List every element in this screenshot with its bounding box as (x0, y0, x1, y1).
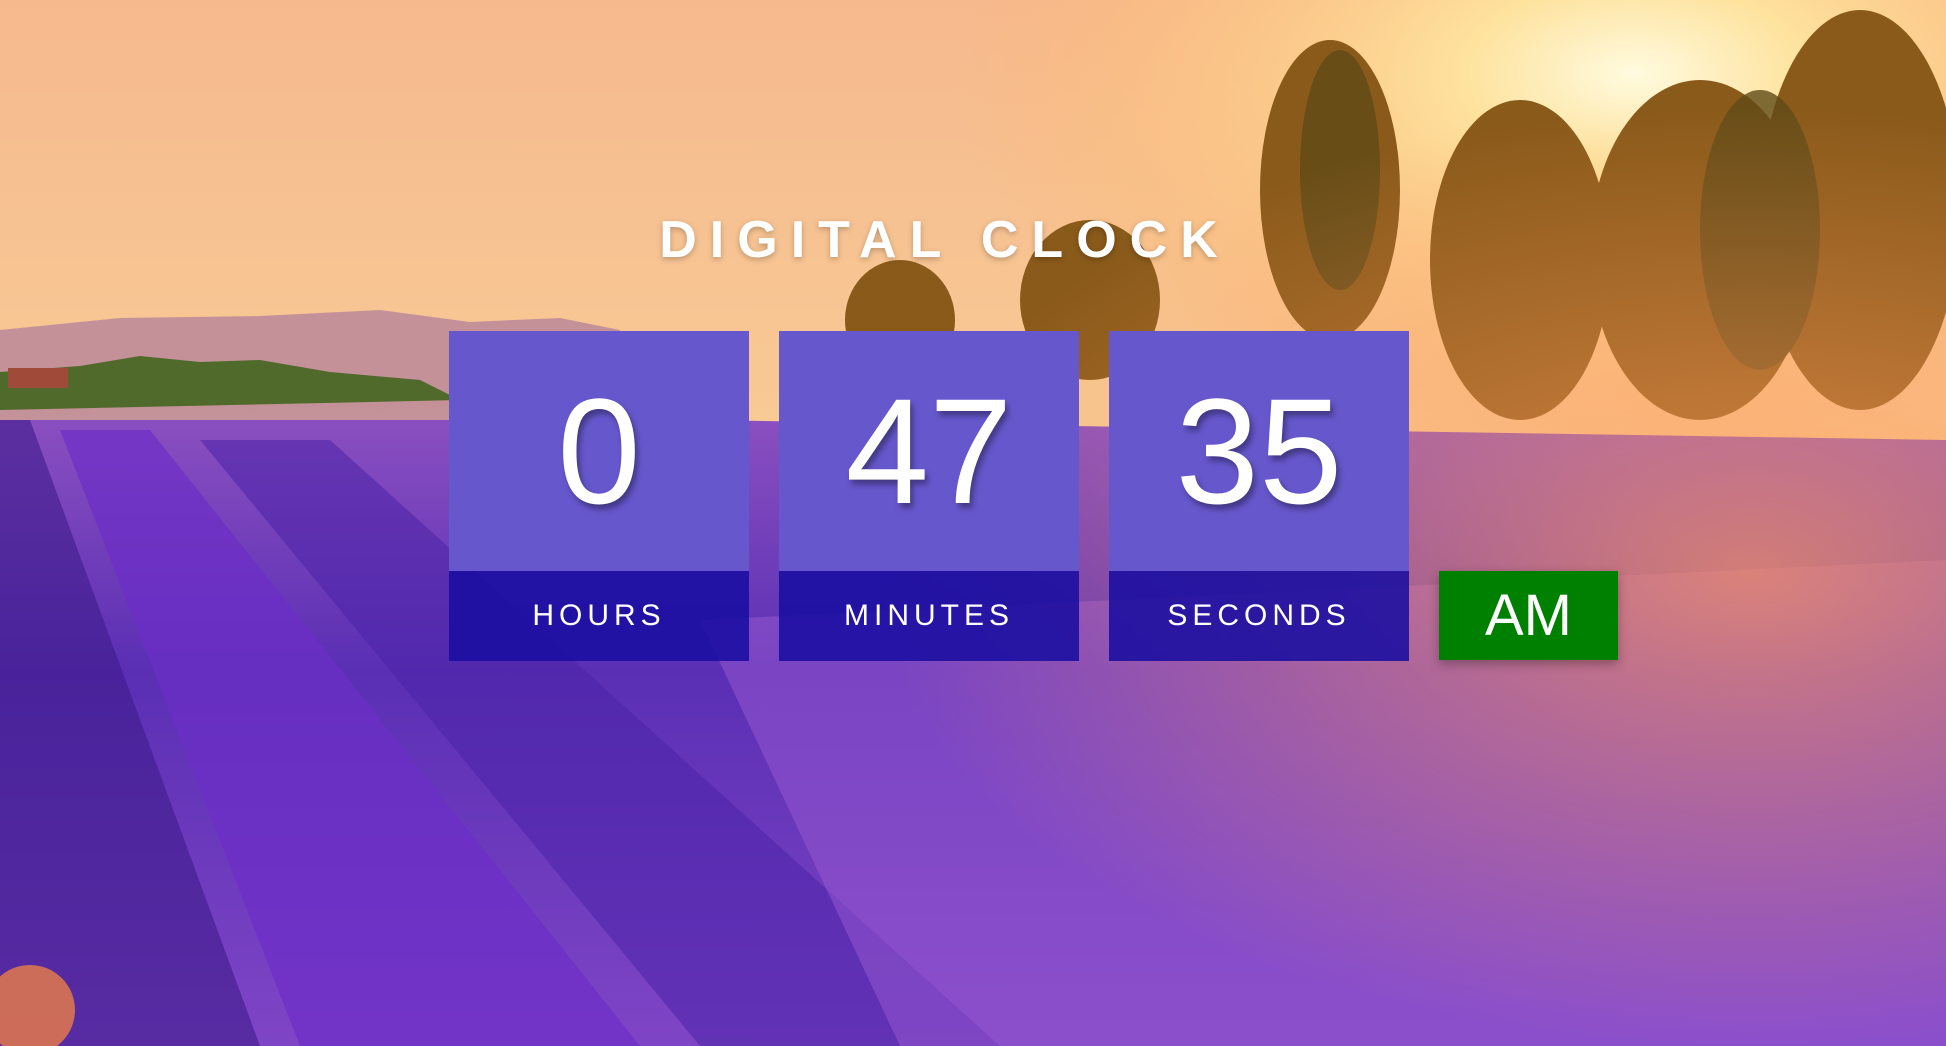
minutes-label: MINUTES (779, 571, 1079, 661)
seconds-value: 35 (1109, 331, 1409, 571)
seconds-panel: 35 SECONDS (1109, 331, 1409, 661)
am-pm-badge: AM (1439, 571, 1618, 660)
page-title: DIGITAL CLOCK (659, 211, 1231, 269)
minutes-value: 47 (779, 331, 1079, 571)
clock-page: DIGITAL CLOCK 0 HOURS 47 MINUTES 35 SECO… (0, 0, 1946, 1046)
seconds-label: SECONDS (1109, 571, 1409, 661)
hours-panel: 0 HOURS (449, 331, 749, 661)
minutes-panel: 47 MINUTES (779, 331, 1079, 661)
hours-label: HOURS (449, 571, 749, 661)
hours-value: 0 (449, 331, 749, 571)
